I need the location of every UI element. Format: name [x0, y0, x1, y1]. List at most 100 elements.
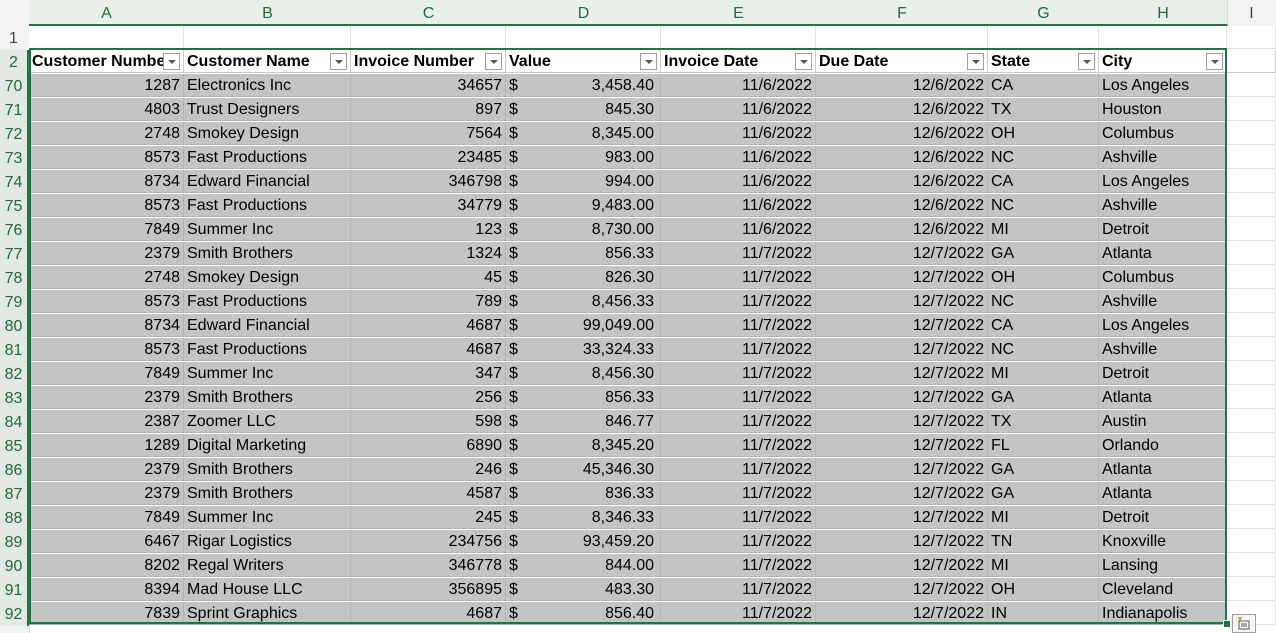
value-cell[interactable]: $826.30: [506, 266, 661, 289]
select-all-corner[interactable]: [0, 0, 30, 26]
invoice-date-cell[interactable]: 11/7/2022: [661, 242, 816, 265]
city-cell[interactable]: Los Angeles: [1099, 170, 1227, 193]
customer-number-cell[interactable]: 2379: [29, 386, 184, 409]
due-date-cell[interactable]: 12/6/2022: [816, 98, 988, 121]
cell-empty[interactable]: [1227, 578, 1276, 601]
customer-number-cell[interactable]: 2387: [29, 410, 184, 433]
city-cell[interactable]: Atlanta: [1099, 458, 1227, 481]
invoice-number-cell[interactable]: 7564: [351, 122, 506, 145]
city-cell[interactable]: Lansing: [1099, 554, 1227, 577]
customer-number-cell[interactable]: 7849: [29, 218, 184, 241]
value-cell[interactable]: $836.33: [506, 482, 661, 505]
invoice-date-cell[interactable]: 11/7/2022: [661, 578, 816, 601]
cell-empty[interactable]: [1227, 386, 1276, 409]
customer-number-cell[interactable]: 8734: [29, 170, 184, 193]
invoice-number-cell[interactable]: 789: [351, 290, 506, 313]
state-cell[interactable]: CA: [988, 314, 1099, 337]
invoice-number-cell[interactable]: 4687: [351, 602, 506, 625]
city-cell[interactable]: Austin: [1099, 410, 1227, 433]
value-cell[interactable]: $99,049.00: [506, 314, 661, 337]
cell-empty[interactable]: [1227, 50, 1276, 73]
filter-dropdown-icon[interactable]: [330, 53, 347, 70]
value-cell[interactable]: $8,456.30: [506, 362, 661, 385]
customer-number-cell[interactable]: 7849: [29, 362, 184, 385]
row-header[interactable]: 75: [0, 194, 29, 218]
invoice-date-cell[interactable]: 11/7/2022: [661, 314, 816, 337]
row-header[interactable]: 73: [0, 146, 29, 170]
city-cell[interactable]: Columbus: [1099, 266, 1227, 289]
customer-number-cell[interactable]: 1287: [29, 74, 184, 97]
state-cell[interactable]: GA: [988, 482, 1099, 505]
column-header-d[interactable]: D: [506, 0, 662, 26]
value-cell[interactable]: $845.30: [506, 98, 661, 121]
value-cell[interactable]: $983.00: [506, 146, 661, 169]
customer-number-cell[interactable]: 7849: [29, 506, 184, 529]
row-header[interactable]: 83: [0, 386, 29, 410]
cell-empty[interactable]: [1227, 98, 1276, 121]
table-header-cell[interactable]: State: [988, 50, 1099, 73]
due-date-cell[interactable]: 12/7/2022: [816, 266, 988, 289]
table-header-cell[interactable]: Invoice Date: [661, 50, 816, 73]
customer-name-cell[interactable]: Summer Inc: [184, 218, 351, 241]
filter-dropdown-icon[interactable]: [1206, 53, 1223, 70]
customer-number-cell[interactable]: 8573: [29, 194, 184, 217]
cell-empty[interactable]: [1227, 410, 1276, 433]
city-cell[interactable]: Columbus: [1099, 122, 1227, 145]
row-header[interactable]: 71: [0, 98, 29, 122]
cell-empty[interactable]: [184, 26, 351, 49]
filter-dropdown-icon[interactable]: [163, 53, 180, 70]
customer-number-cell[interactable]: 2748: [29, 266, 184, 289]
invoice-date-cell[interactable]: 11/7/2022: [661, 458, 816, 481]
invoice-date-cell[interactable]: 11/7/2022: [661, 506, 816, 529]
customer-name-cell[interactable]: Smokey Design: [184, 266, 351, 289]
cell-empty[interactable]: [988, 26, 1099, 49]
quick-analysis-button[interactable]: [1232, 614, 1256, 633]
due-date-cell[interactable]: 12/7/2022: [816, 554, 988, 577]
value-cell[interactable]: $8,345.00: [506, 122, 661, 145]
cell-empty[interactable]: [1227, 218, 1276, 241]
due-date-cell[interactable]: 12/6/2022: [816, 74, 988, 97]
invoice-number-cell[interactable]: 4587: [351, 482, 506, 505]
state-cell[interactable]: GA: [988, 386, 1099, 409]
customer-number-cell[interactable]: 8573: [29, 290, 184, 313]
city-cell[interactable]: Ashville: [1099, 194, 1227, 217]
cell-empty[interactable]: [1227, 146, 1276, 169]
state-cell[interactable]: NC: [988, 338, 1099, 361]
filter-dropdown-icon[interactable]: [640, 53, 657, 70]
row-header[interactable]: 91: [0, 578, 29, 602]
row-header[interactable]: 86: [0, 458, 29, 482]
invoice-date-cell[interactable]: 11/7/2022: [661, 290, 816, 313]
state-cell[interactable]: TX: [988, 98, 1099, 121]
city-cell[interactable]: Atlanta: [1099, 386, 1227, 409]
value-cell[interactable]: $856.33: [506, 386, 661, 409]
due-date-cell[interactable]: 12/7/2022: [816, 386, 988, 409]
customer-number-cell[interactable]: 8573: [29, 146, 184, 169]
invoice-date-cell[interactable]: 11/7/2022: [661, 554, 816, 577]
customer-name-cell[interactable]: Edward Financial: [184, 170, 351, 193]
row-header[interactable]: 92: [0, 602, 29, 626]
customer-name-cell[interactable]: Smith Brothers: [184, 482, 351, 505]
due-date-cell[interactable]: 12/7/2022: [816, 578, 988, 601]
invoice-number-cell[interactable]: 123: [351, 218, 506, 241]
table-header-cell[interactable]: Customer Numbe: [29, 50, 184, 73]
column-header-e[interactable]: E: [661, 0, 817, 26]
row-header[interactable]: 2: [0, 50, 29, 74]
cell-empty[interactable]: [1227, 482, 1276, 505]
column-header-b[interactable]: B: [184, 0, 352, 26]
column-header-i[interactable]: I: [1227, 0, 1276, 24]
city-cell[interactable]: Atlanta: [1099, 242, 1227, 265]
customer-number-cell[interactable]: 1289: [29, 434, 184, 457]
row-header[interactable]: 1: [0, 26, 27, 50]
value-cell[interactable]: $45,346.30: [506, 458, 661, 481]
customer-number-cell[interactable]: 4803: [29, 98, 184, 121]
invoice-number-cell[interactable]: 6890: [351, 434, 506, 457]
due-date-cell[interactable]: 12/7/2022: [816, 362, 988, 385]
cell-empty[interactable]: [1227, 74, 1276, 97]
cell-empty[interactable]: [1227, 314, 1276, 337]
value-cell[interactable]: $994.00: [506, 170, 661, 193]
table-header-cell[interactable]: Due Date: [816, 50, 988, 73]
row-header[interactable]: 74: [0, 170, 29, 194]
invoice-date-cell[interactable]: 11/6/2022: [661, 218, 816, 241]
customer-name-cell[interactable]: Trust Designers: [184, 98, 351, 121]
row-header[interactable]: 90: [0, 554, 29, 578]
